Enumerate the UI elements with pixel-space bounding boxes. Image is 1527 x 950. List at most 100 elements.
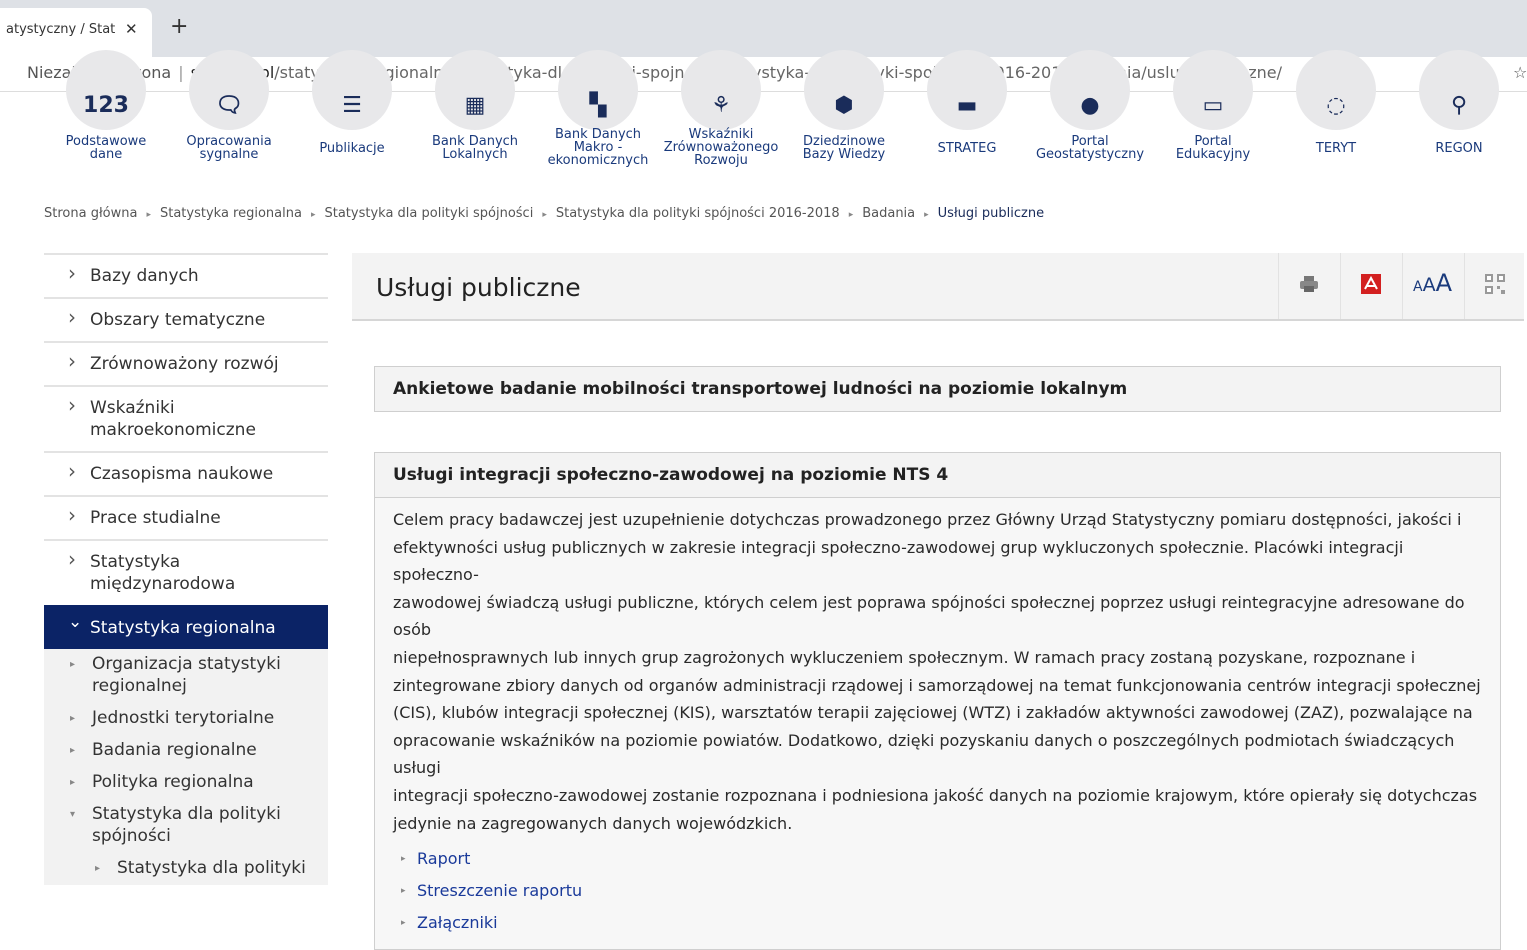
sidebar-subitem[interactable]: ▸ Polityka regionalna bbox=[44, 767, 328, 799]
breadcrumb-item[interactable]: Badania bbox=[862, 206, 915, 221]
browser-tab-bar: atystyczny / Stat ✕ + bbox=[0, 0, 1527, 57]
nav-item-label: Lokalnych bbox=[442, 147, 508, 162]
caret-right-icon: ▸ bbox=[401, 886, 406, 897]
caret-right-icon: ▸ bbox=[70, 659, 76, 670]
chevron-down-icon: ⌄ bbox=[68, 612, 83, 632]
url-path: /statystyka-regionalna/statystyka-dla-po… bbox=[274, 63, 1283, 82]
sidebar-item-label: Bazy danych bbox=[90, 266, 199, 286]
section-link[interactable]: ▸ Załączniki bbox=[393, 907, 1482, 939]
nav-item-label: Bazy Wiedzy bbox=[802, 147, 886, 162]
breadcrumb-item[interactable]: Strona główna bbox=[44, 206, 137, 221]
sidebar-subsubitem[interactable]: ▸ Statystyka dla polityki bbox=[44, 853, 328, 885]
nav-item-signal-studies[interactable]: 🗨 Opracowania sygnalne bbox=[167, 50, 291, 188]
sidebar-item[interactable]: › Statystyka międzynarodowa bbox=[44, 539, 328, 605]
nav-item-strateg[interactable]: ▬ STRATEG bbox=[905, 50, 1029, 188]
qr-code-button[interactable] bbox=[1464, 253, 1524, 319]
sidebar-subitem[interactable]: ▸ Jednostki terytorialne bbox=[44, 703, 328, 735]
tab-title: atystyczny / Stat bbox=[6, 22, 116, 37]
description-line: integracji społeczno-zawodowej zostanie … bbox=[393, 785, 1478, 805]
description-line: zawodowej świadczą usługi publiczne, któ… bbox=[393, 592, 1465, 640]
pdf-button[interactable] bbox=[1340, 253, 1400, 319]
browser-tab[interactable]: atystyczny / Stat ✕ bbox=[0, 8, 152, 57]
education-portal-icon: ▭ bbox=[1202, 93, 1224, 118]
signal-studies-icon: 🗨 bbox=[215, 93, 243, 118]
nav-item-regon[interactable]: ⚲ REGON bbox=[1397, 50, 1521, 188]
sidebar-item[interactable]: › Prace studialne bbox=[44, 495, 328, 539]
caret-right-icon: ▸ bbox=[70, 777, 76, 788]
nav-item-macro-data-bank[interactable]: ▚ Bank Danych Makro - ekonomicznych bbox=[536, 50, 660, 188]
nav-item-label: Geostatystyczny bbox=[1035, 147, 1145, 162]
caret-right-icon: ▸ bbox=[401, 918, 406, 929]
accordion-section[interactable]: Ankietowe badanie mobilności transportow… bbox=[374, 366, 1501, 412]
print-button[interactable] bbox=[1278, 253, 1338, 319]
caret-down-icon: ▾ bbox=[70, 809, 76, 820]
sidebar-item-label: Statystyka regionalna bbox=[90, 618, 276, 638]
macro-data-bank-icon: ▚ bbox=[589, 93, 607, 118]
description-line: zintegrowane zbiory danych od organów ad… bbox=[393, 675, 1481, 695]
breadcrumb-separator-icon: ▸ bbox=[146, 210, 151, 220]
font-large-button[interactable]: A bbox=[1436, 269, 1452, 297]
nav-item-label: ekonomicznych bbox=[547, 153, 649, 168]
description-line: Celem pracy badawczej jest uzupełnienie … bbox=[393, 510, 1462, 529]
section-title[interactable]: Usługi integracji społeczno-zawodowej na… bbox=[375, 453, 1500, 497]
sidebar-item-label: Obszary tematyczne bbox=[90, 310, 266, 330]
section-links: ▸ Raport ▸ Streszczenie raportu ▸ Załączniki bbox=[393, 843, 1482, 939]
nav-item-education-portal[interactable]: ▭ Portal Edukacyjny bbox=[1151, 50, 1275, 188]
nav-item-label: STRATEG bbox=[937, 141, 997, 156]
accordion-section-expanded: Usługi integracji społeczno-zawodowej na… bbox=[374, 452, 1501, 950]
close-icon[interactable]: ✕ bbox=[125, 8, 138, 51]
sidebar-item[interactable]: › Obszary tematyczne bbox=[44, 297, 328, 341]
sidebar-item[interactable]: › Wskaźniki makroekonomiczne bbox=[44, 385, 328, 451]
description-line: (CIS), klubów integracji społecznej (KIS… bbox=[393, 703, 1473, 723]
nav-item-teryt[interactable]: ◌ TERYT bbox=[1274, 50, 1398, 188]
knowledge-bases-icon: ⬢ bbox=[834, 93, 854, 118]
section-link[interactable]: ▸ Raport bbox=[393, 843, 1482, 875]
sidebar-item[interactable]: › Czasopisma naukowe bbox=[44, 451, 328, 495]
breadcrumb-item: Usługi publiczne bbox=[937, 206, 1045, 221]
bookmark-star-icon[interactable]: ☆ bbox=[1513, 63, 1527, 82]
geostat-portal-icon: ● bbox=[1080, 93, 1100, 118]
sidebar-subitem[interactable]: ▸ Badania regionalne bbox=[44, 735, 328, 767]
breadcrumb-item[interactable]: Statystyka regionalna bbox=[160, 206, 302, 221]
sidebar-item-active[interactable]: ⌄ Statystyka regionalna bbox=[44, 605, 328, 649]
sidebar-item-label: Prace studialne bbox=[90, 508, 221, 528]
sidebar-subitem-label: Badania regionalne bbox=[92, 740, 257, 760]
sidebar-item[interactable]: › Zrównoważony rozwój bbox=[44, 341, 328, 385]
nav-item-label: Rozwoju bbox=[694, 153, 748, 168]
printer-icon bbox=[1299, 275, 1318, 292]
section-link-label[interactable]: Streszczenie raportu bbox=[417, 881, 582, 900]
nav-item-publications[interactable]: ☰ Publikacje bbox=[290, 50, 414, 188]
sidebar-subitem[interactable]: ▸ Organizacja statystyki regionalnej bbox=[44, 649, 328, 703]
breadcrumb-item[interactable]: Statystyka dla polityki spójności bbox=[324, 206, 533, 221]
publications-icon: ☰ bbox=[342, 93, 362, 118]
section-link[interactable]: ▸ Streszczenie raportu bbox=[393, 875, 1482, 907]
caret-right-icon: ▸ bbox=[401, 854, 406, 865]
nav-item-label: TERYT bbox=[1315, 141, 1357, 156]
basic-data-icon: 123 bbox=[83, 93, 129, 118]
strateg-icon: ▬ bbox=[956, 93, 978, 118]
sidebar-subitem-label: Organizacja statystyki regionalnej bbox=[92, 654, 281, 696]
font-medium-button[interactable]: A bbox=[1423, 274, 1436, 296]
chevron-right-icon: › bbox=[68, 547, 76, 571]
sidebar-item-label: Zrównoważony rozwój bbox=[90, 354, 279, 374]
sidebar-item[interactable]: › Bazy danych bbox=[44, 253, 328, 297]
sidebar-subitem[interactable]: ▾ Statystyka dla polityki spójności bbox=[44, 799, 328, 853]
nav-item-label: Edukacyjny bbox=[1175, 147, 1251, 162]
breadcrumb-item[interactable]: Statystyka dla polityki spójności 2016-2… bbox=[556, 206, 840, 221]
nav-item-basic-data[interactable]: 123 Podstawowe dane bbox=[44, 50, 168, 188]
section-link-label[interactable]: Raport bbox=[417, 849, 470, 868]
breadcrumb-separator-icon: ▸ bbox=[924, 210, 929, 220]
new-tab-icon[interactable]: + bbox=[170, 14, 188, 39]
section-description: Celem pracy badawczej jest uzupełnienie … bbox=[393, 506, 1482, 837]
nav-item-sdg-indicators[interactable]: ⚘ Wskaźniki Zrównoważonego Rozwoju bbox=[659, 50, 783, 188]
chevron-right-icon: › bbox=[68, 261, 76, 285]
description-line: opracowanie wskaźników na poziomie powia… bbox=[393, 730, 1455, 778]
nav-item-geostat-portal[interactable]: ● Portal Geostatystyczny bbox=[1028, 50, 1152, 188]
section-title[interactable]: Ankietowe badanie mobilności transportow… bbox=[375, 367, 1500, 411]
icon-navigation: 123 Podstawowe dane 🗨 Opracowania sygnalne ☰ Pu… bbox=[44, 50, 1524, 188]
section-link-label[interactable]: Załączniki bbox=[417, 913, 498, 932]
caret-right-icon: ▸ bbox=[70, 745, 76, 756]
nav-item-knowledge-bases[interactable]: ⬢ Dziedzinowe Bazy Wiedzy bbox=[782, 50, 906, 188]
nav-item-local-data-bank[interactable]: ▦ Bank Danych Lokalnych bbox=[413, 50, 537, 188]
font-small-button[interactable]: A bbox=[1413, 279, 1423, 295]
